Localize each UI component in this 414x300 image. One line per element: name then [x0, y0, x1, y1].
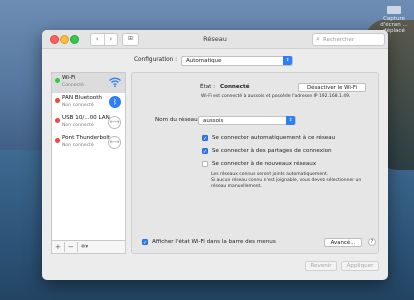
- ethernet-icon: ⟷: [108, 116, 121, 129]
- bluetooth-icon: ᛒ: [109, 96, 121, 108]
- service-status: Non connecté: [62, 143, 94, 148]
- ethernet-icon: ⟷: [108, 136, 121, 149]
- checkbox-checked[interactable]: ✓: [202, 148, 208, 155]
- file-icon: [387, 6, 401, 14]
- checkbox-checked[interactable]: ✓: [202, 135, 208, 142]
- option-label: Se connecter à des partages de connexion: [212, 148, 332, 154]
- network-name-label: Nom du réseau :: [155, 117, 202, 123]
- network-preferences-window: ‹ › ⊞ Réseau ⌕ Configuration : Automatiq…: [42, 30, 388, 280]
- action-menu-button[interactable]: ✲▾: [78, 241, 91, 253]
- advanced-button[interactable]: Avancé...: [324, 238, 362, 247]
- new-networks-note: Les réseaux connus seront joints automat…: [211, 172, 329, 177]
- new-networks-note: Si aucun réseau connu n'est joignable, v…: [211, 178, 362, 183]
- service-name: PAN Bluetooth: [62, 95, 102, 101]
- forward-button[interactable]: ›: [105, 34, 118, 45]
- wifi-icon: [108, 75, 122, 89]
- history-nav: ‹ ›: [90, 33, 118, 46]
- status-dot-green: [55, 78, 60, 83]
- state-value: Connecté: [220, 84, 250, 90]
- status-dot-red: [55, 138, 60, 143]
- show-all-prefs-button[interactable]: ⊞: [122, 33, 139, 46]
- sidebar-item-thunderbolt-bridge[interactable]: Pont Thunderbolt Non connecté ⟷: [52, 133, 125, 153]
- status-dot-red: [55, 98, 60, 103]
- minimize-window-button[interactable]: [60, 35, 69, 44]
- service-status: Non connecté: [62, 123, 94, 128]
- sidebar-item-usb-lan[interactable]: USB 10/...00 LAN Non connecté ⟷: [52, 113, 125, 133]
- search-field[interactable]: ⌕: [312, 33, 385, 46]
- back-button[interactable]: ‹: [91, 34, 105, 45]
- sidebar-item-bluetooth-pan[interactable]: PAN Bluetooth Non connecté ᛒ: [52, 93, 125, 113]
- service-list-toolbar: + − ✲▾: [51, 240, 126, 254]
- checkbox-checked[interactable]: ✓: [142, 239, 148, 246]
- checkbox-unchecked[interactable]: [202, 161, 208, 167]
- service-name: Pont Thunderbolt: [62, 135, 111, 141]
- revert-button[interactable]: Revenir: [305, 261, 337, 271]
- new-networks-note: réseau manuellement.: [211, 184, 262, 189]
- detail-pane: État : Connecté Désactiver le Wi-Fi Wi-F…: [131, 72, 379, 254]
- show-in-menubar-option[interactable]: ✓ Afficher l'état Wi-Fi dans la barre de…: [142, 238, 276, 246]
- network-name-value: aussois: [203, 118, 224, 124]
- remove-service-button[interactable]: −: [65, 241, 77, 253]
- service-status: Connecté: [62, 83, 84, 88]
- service-name: USB 10/...00 LAN: [62, 115, 110, 121]
- state-label: État :: [200, 84, 216, 90]
- service-list: Wi-Fi Connecté PAN Bluetooth Non connect…: [51, 72, 126, 254]
- option-label: Se connecter à de nouveaux réseaux: [212, 161, 317, 167]
- chevron-updown-icon: ⇕: [283, 56, 292, 65]
- help-button[interactable]: ?: [368, 238, 376, 246]
- status-dot-red: [55, 118, 60, 123]
- service-status: Non connecté: [62, 103, 94, 108]
- title-bar: ‹ › ⊞ Réseau ⌕: [42, 30, 388, 49]
- auto-join-option[interactable]: ✓ Se connecter automatiquement à ce rése…: [202, 134, 335, 142]
- apply-button[interactable]: Appliquer: [341, 261, 379, 271]
- option-label: Afficher l'état Wi-Fi dans la barre des …: [152, 239, 276, 245]
- option-label: Se connecter automatiquement à ce réseau: [212, 135, 336, 141]
- network-name-select[interactable]: aussois ⇕: [198, 116, 296, 125]
- desktop-file-label: Capture d'écran ...: [380, 16, 408, 28]
- disable-wifi-button[interactable]: Désactiver le Wi-Fi: [298, 83, 366, 92]
- configuration-select[interactable]: Automatique ⇕: [181, 56, 293, 66]
- close-window-button[interactable]: [50, 35, 59, 44]
- hotspot-option[interactable]: ✓ Se connecter à des partages de connexi…: [202, 147, 332, 155]
- add-service-button[interactable]: +: [52, 241, 64, 253]
- search-icon: ⌕: [316, 35, 320, 43]
- configuration-value: Automatique: [186, 58, 222, 64]
- service-name: Wi-Fi: [62, 75, 76, 81]
- chevron-updown-icon: ⇕: [286, 116, 295, 125]
- search-input[interactable]: [323, 34, 381, 45]
- zoom-window-button[interactable]: [70, 35, 79, 44]
- state-description: Wi-Fi est connecté à aussois et possède …: [201, 94, 351, 99]
- configuration-label: Configuration :: [134, 57, 178, 63]
- ask-new-networks-option[interactable]: Se connecter à de nouveaux réseaux: [202, 160, 316, 168]
- sidebar-item-wifi[interactable]: Wi-Fi Connecté: [52, 73, 125, 93]
